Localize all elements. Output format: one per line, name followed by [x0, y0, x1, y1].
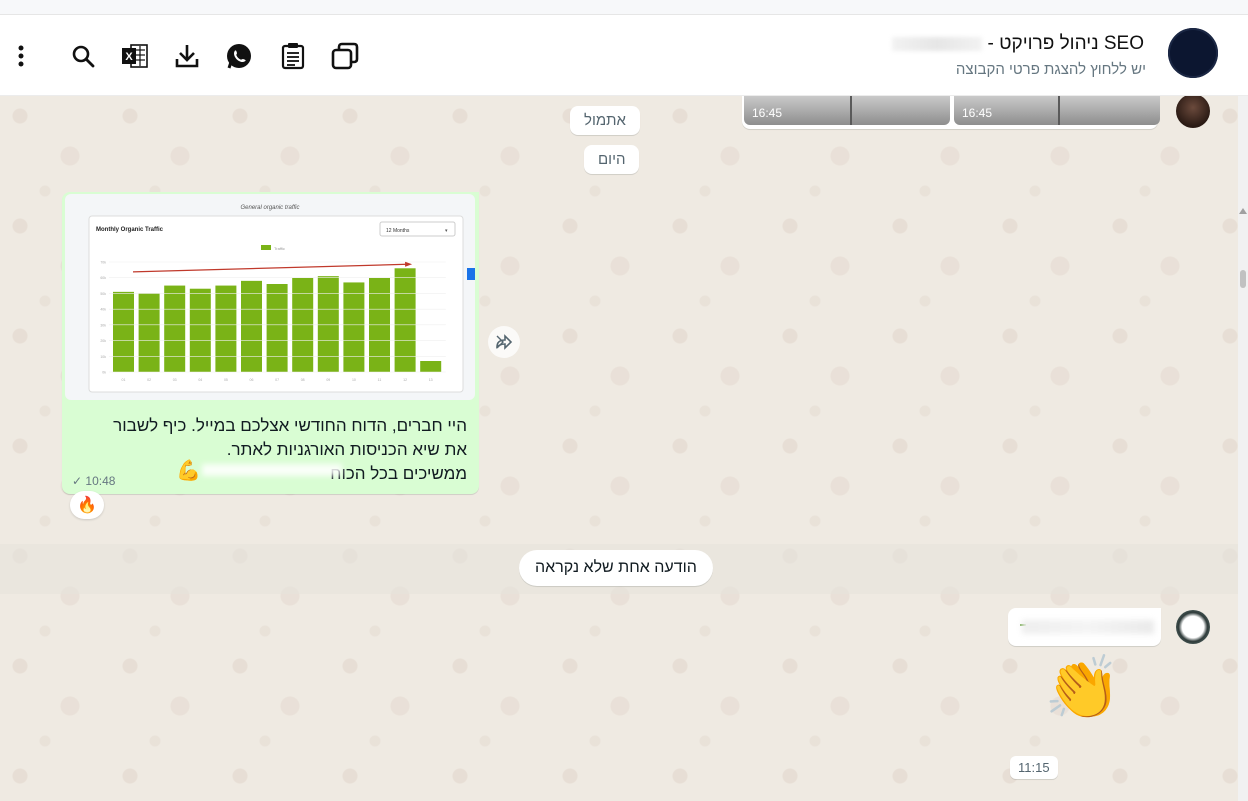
image-thumbnail[interactable]: 16:45 — [744, 96, 950, 125]
download-icon[interactable] — [172, 41, 202, 71]
group-title[interactable]: SEO ניהול פרויקט - — [886, 33, 1145, 55]
scrollbar-track[interactable] — [1238, 96, 1248, 801]
chart-bar — [317, 276, 339, 372]
clapping-hands-emoji[interactable]: 👏 — [1044, 658, 1121, 720]
group-title-text: SEO ניהול פרויקט - — [987, 33, 1145, 54]
sent-check-icon: ✓ — [72, 474, 83, 488]
date-pill-today: היום — [584, 145, 640, 174]
chart-x-tick: 03 — [173, 378, 177, 382]
chart-x-tick: 05 — [224, 378, 228, 382]
message-reaction[interactable]: 🔥 — [70, 491, 104, 519]
chat-header[interactable]: X SEO ניהול פרויקט - יש ללחוץ להצגת פרטי… — [0, 15, 1248, 96]
organic-traffic-chart: General organic traffic Monthly Organic … — [88, 205, 464, 393]
sender-avatar-2[interactable] — [1176, 610, 1210, 644]
redacted-text — [202, 464, 342, 476]
chart-image[interactable]: General organic traffic Monthly Organic … — [65, 194, 475, 400]
chart-y-tick: 50k — [100, 292, 106, 296]
chart-bar — [215, 285, 237, 372]
chart-legend-label: Traffic — [274, 246, 285, 251]
chart-bar — [266, 284, 288, 372]
image-album-bubble[interactable]: 16:45 16:45 — [742, 96, 1160, 129]
chat-panel[interactable]: 16:45 16:45 אתמול היום General organic t… — [0, 96, 1248, 801]
message-meta: ✓ 10:48 — [72, 474, 115, 488]
thumb-divider — [850, 96, 852, 125]
excel-icon[interactable]: X — [120, 41, 150, 71]
chart-legend-swatch — [261, 245, 271, 250]
chart-bar — [241, 280, 262, 372]
message-line-1: היי חברים, הדוח החודשי אצלכם במייל. כיף … — [113, 416, 467, 435]
image-time: 16:45 — [752, 106, 783, 120]
more-icon[interactable] — [6, 41, 36, 71]
chart-x-tick: 01 — [122, 378, 126, 382]
sender-avatar[interactable] — [1176, 96, 1210, 128]
search-icon[interactable] — [68, 41, 98, 71]
message-time: 10:48 — [85, 474, 116, 488]
chart-bar — [189, 288, 211, 372]
chart-x-tick: 13 — [429, 378, 433, 382]
chart-caption: General organic traffic — [240, 205, 299, 211]
thumb-divider — [1058, 96, 1060, 125]
clipboard-icon[interactable] — [278, 41, 308, 71]
chart-side-tab — [467, 268, 475, 280]
chart-x-tick: 10 — [352, 378, 356, 382]
chart-y-tick: 10k — [100, 355, 106, 359]
redacted-message-text — [1022, 620, 1154, 634]
chart-bar — [164, 285, 186, 372]
chart-y-tick: 30k — [100, 323, 106, 327]
chart-x-tick: 06 — [250, 378, 254, 382]
chart-y-tick: 70k — [100, 261, 106, 265]
message-line-2: את שיא הכניסות האורגניות לאתר. — [226, 440, 467, 459]
group-subtitle[interactable]: יש ללחוץ להצגת פרטי הקבוצה — [956, 61, 1146, 78]
image-time: 16:45 — [962, 106, 993, 120]
svg-text:X: X — [125, 51, 133, 63]
chart-x-tick: 09 — [326, 378, 330, 382]
chart-y-tick: 20k — [100, 339, 106, 343]
whatsapp-icon[interactable] — [224, 41, 254, 71]
chart-dropdown-label: 12 Months — [386, 228, 410, 234]
browser-top-strip — [0, 0, 1248, 15]
chart-x-tick: 07 — [275, 378, 279, 382]
image-thumbnail[interactable]: 16:45 — [954, 96, 1160, 125]
incoming-message-bubble[interactable] — [1008, 608, 1161, 646]
chart-bar — [113, 291, 134, 372]
chart-x-tick: 12 — [403, 378, 407, 382]
group-avatar[interactable] — [1168, 28, 1218, 78]
outgoing-message-bubble[interactable]: General organic traffic Monthly Organic … — [62, 192, 479, 494]
forward-icon[interactable] — [488, 326, 520, 358]
date-pill-yesterday: אתמול — [570, 106, 640, 135]
flexed-biceps-emoji: 💪 — [176, 460, 201, 482]
chart-x-tick: 04 — [198, 378, 202, 382]
chart-x-tick: 02 — [147, 378, 151, 382]
chart-title: Monthly Organic Traffic — [96, 227, 164, 233]
redacted-group-name — [891, 36, 982, 51]
chart-y-tick: 0k — [102, 371, 106, 375]
incoming-time: 11:15 — [1010, 756, 1058, 779]
chart-bar — [138, 293, 160, 372]
unread-messages-pill: הודעה אחת שלא נקראה — [519, 550, 713, 586]
scrollbar-thumb[interactable] — [1240, 270, 1246, 288]
chart-bar — [420, 361, 442, 372]
chart-x-tick: 11 — [378, 378, 382, 382]
windows-icon[interactable] — [330, 41, 360, 71]
scroll-up-arrow[interactable] — [1239, 208, 1247, 214]
chart-bar — [343, 282, 365, 372]
chart-x-tick: 08 — [301, 378, 305, 382]
chart-y-tick: 40k — [100, 308, 106, 312]
chart-y-tick: 60k — [100, 276, 106, 280]
